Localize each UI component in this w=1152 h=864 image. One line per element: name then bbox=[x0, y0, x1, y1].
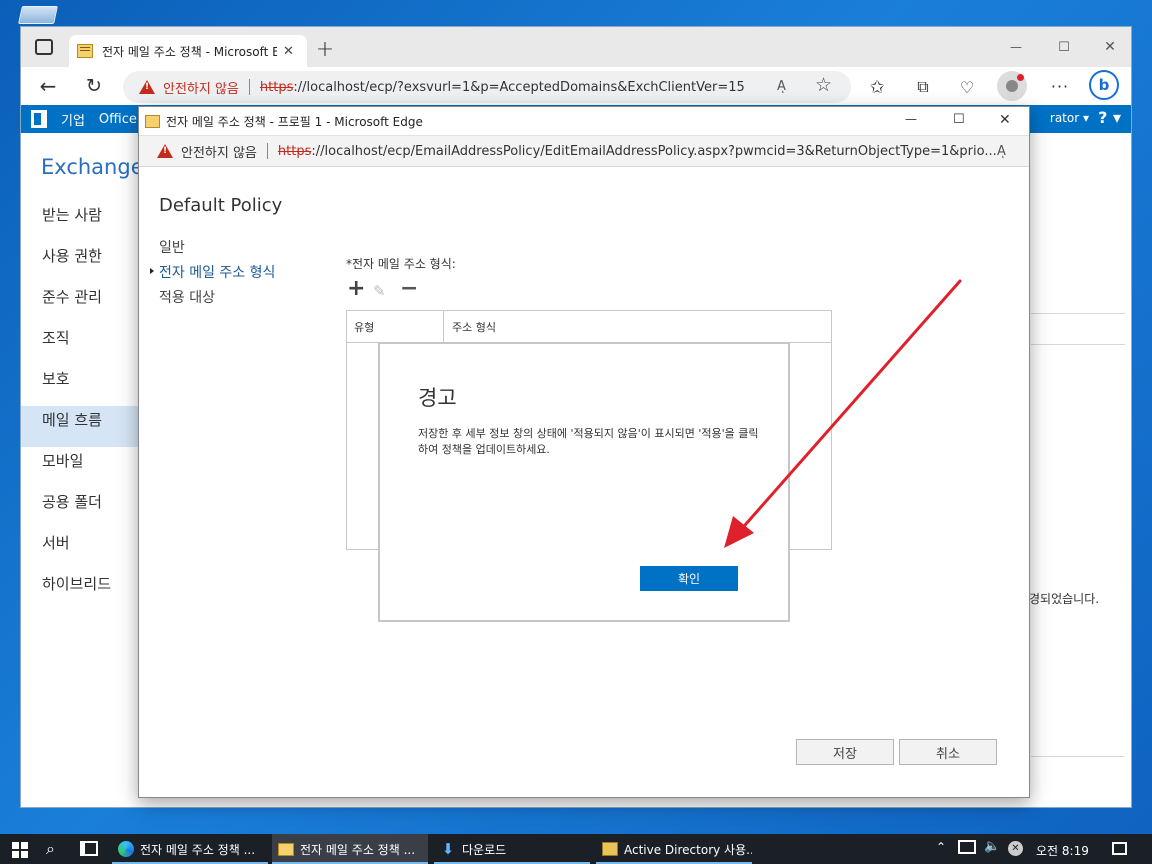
search-icon[interactable]: ⌕ bbox=[46, 839, 55, 859]
taskbar-item-label: 전자 메일 주소 정책 ... bbox=[140, 842, 256, 857]
download-arrow-icon: ⬇ bbox=[441, 840, 455, 858]
task-view-icon[interactable] bbox=[80, 841, 98, 856]
clock[interactable]: 오전 8:19 bbox=[1036, 842, 1089, 859]
taskbar-item-edge[interactable]: 전자 메일 주소 정책 ... bbox=[112, 834, 268, 864]
windows-logo-pane bbox=[12, 842, 19, 849]
exchange-favicon-icon bbox=[278, 842, 294, 856]
taskbar-item-downloads[interactable]: ⬇ 다운로드 bbox=[434, 834, 590, 864]
active-directory-icon bbox=[602, 842, 618, 856]
taskbar-item-active-directory[interactable]: Active Directory 사용... bbox=[596, 834, 752, 864]
edge-icon bbox=[118, 841, 134, 857]
tray-chevron-icon[interactable]: ⌃ bbox=[936, 840, 946, 854]
taskbar-item-policy[interactable]: 전자 메일 주소 정책 ... bbox=[272, 834, 428, 864]
start-windows-icon[interactable] bbox=[12, 842, 28, 858]
taskbar: ⌕ 전자 메일 주소 정책 ... 전자 메일 주소 정책 ... ⬇ 다운로드… bbox=[0, 834, 1152, 864]
windows-logo-pane bbox=[21, 851, 28, 858]
taskbar-item-label: Active Directory 사용... bbox=[624, 842, 752, 857]
taskbar-item-label: 다운로드 bbox=[462, 842, 507, 857]
taskbar-item-label: 전자 메일 주소 정책 ... bbox=[300, 842, 416, 857]
windows-logo-pane bbox=[21, 842, 28, 849]
windows-logo-pane bbox=[12, 851, 19, 858]
action-center-icon[interactable] bbox=[1112, 842, 1127, 855]
network-icon[interactable] bbox=[958, 840, 976, 854]
notification-x-icon[interactable]: ✕ bbox=[1008, 841, 1023, 856]
annotation-arrow-icon bbox=[724, 279, 962, 548]
volume-muted-icon[interactable]: 🔈 bbox=[984, 839, 1000, 854]
